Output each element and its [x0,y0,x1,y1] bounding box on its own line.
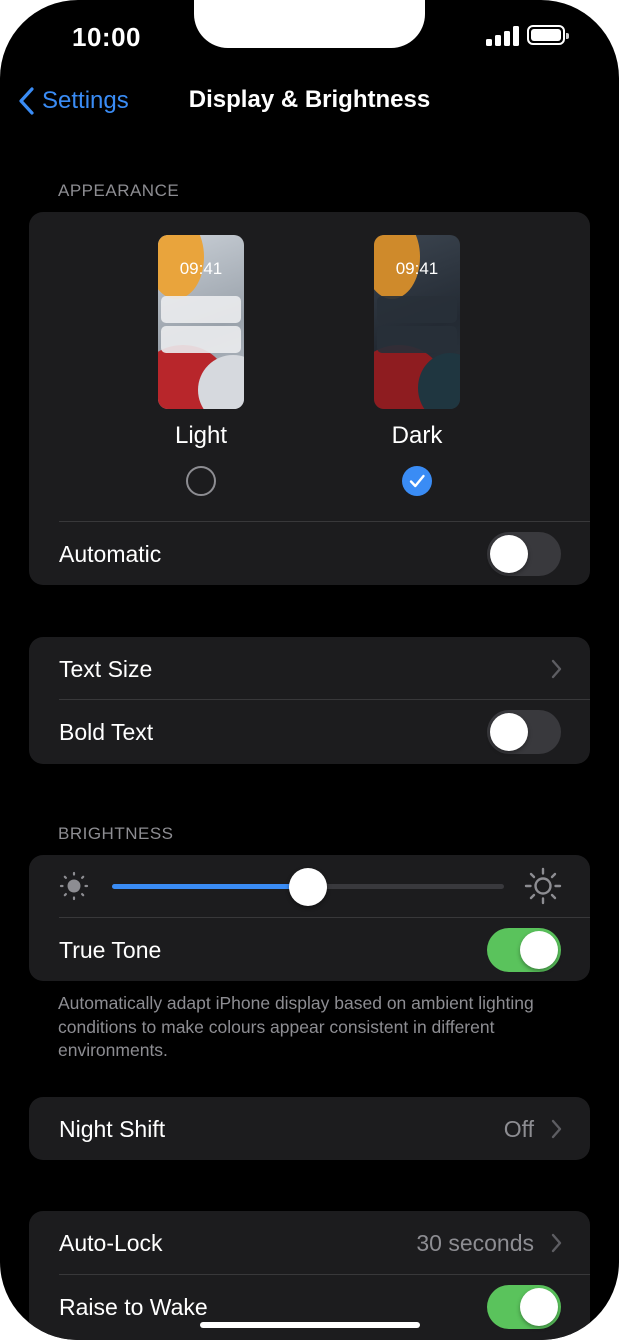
bold-text-toggle[interactable] [487,710,561,754]
raise-to-wake-toggle[interactable] [487,1285,561,1329]
brightness-slider[interactable] [112,868,504,906]
home-indicator[interactable] [200,1322,420,1328]
true-tone-toggle[interactable] [487,928,561,972]
true-tone-footnote: Automatically adapt iPhone display based… [58,993,534,1060]
light-label: Light [174,422,228,449]
bold-text-label: Bold Text [59,719,154,745]
raise-to-wake-row: Raise to Wake [29,1275,590,1339]
signal-icon [486,26,520,46]
bold-text-row: Bold Text [29,700,590,764]
night-shift-row[interactable]: Night Shift Off [29,1097,590,1160]
night-shift-label: Night Shift [59,1116,166,1142]
automatic-row: Automatic [29,522,590,585]
dark-label: Dark [391,422,443,449]
dark-radio[interactable] [402,466,432,496]
chevron-right-icon [551,1119,562,1139]
true-tone-label: True Tone [59,937,162,963]
brightness-slider-fill [112,884,308,889]
raise-to-wake-label: Raise to Wake [59,1294,208,1320]
text-size-label: Text Size [59,656,153,682]
appearance-header: APPEARANCE [58,181,180,200]
light-radio[interactable] [186,466,216,496]
dark-preview[interactable]: 09:41 [374,235,460,409]
chevron-right-icon [551,659,562,679]
chevron-right-icon [551,1233,562,1253]
auto-lock-label: Auto-Lock [59,1230,163,1256]
true-tone-row: True Tone [29,918,590,981]
text-group: Text Size Bold Text [29,637,590,764]
checkmark-icon [409,474,425,488]
text-size-row[interactable]: Text Size [29,637,590,701]
automatic-label: Automatic [59,541,162,567]
lock-group: Auto-Lock 30 seconds Raise to Wake [29,1211,590,1340]
auto-lock-value: 30 seconds [416,1230,534,1256]
brightness-group: True Tone [29,855,590,981]
sun-large-icon [524,867,562,905]
automatic-toggle[interactable] [487,532,561,576]
page-title: Display & Brightness [188,86,431,113]
battery-icon [527,25,569,45]
notch [194,0,425,48]
night-shift-group: Night Shift Off [29,1097,590,1160]
night-shift-value: Off [503,1116,534,1142]
appearance-group: 09:41 Light 09:41 Dark Automatic [29,212,590,585]
brightness-header: BRIGHTNESS [58,824,174,843]
phone-screen: 10:00 Settings Display & Brightness APPE… [0,0,619,1340]
sun-small-icon [59,871,89,901]
auto-lock-row[interactable]: Auto-Lock 30 seconds [29,1211,590,1275]
brightness-slider-knob[interactable] [289,868,327,906]
light-preview[interactable]: 09:41 [158,235,244,409]
status-time: 10:00 [72,22,141,52]
